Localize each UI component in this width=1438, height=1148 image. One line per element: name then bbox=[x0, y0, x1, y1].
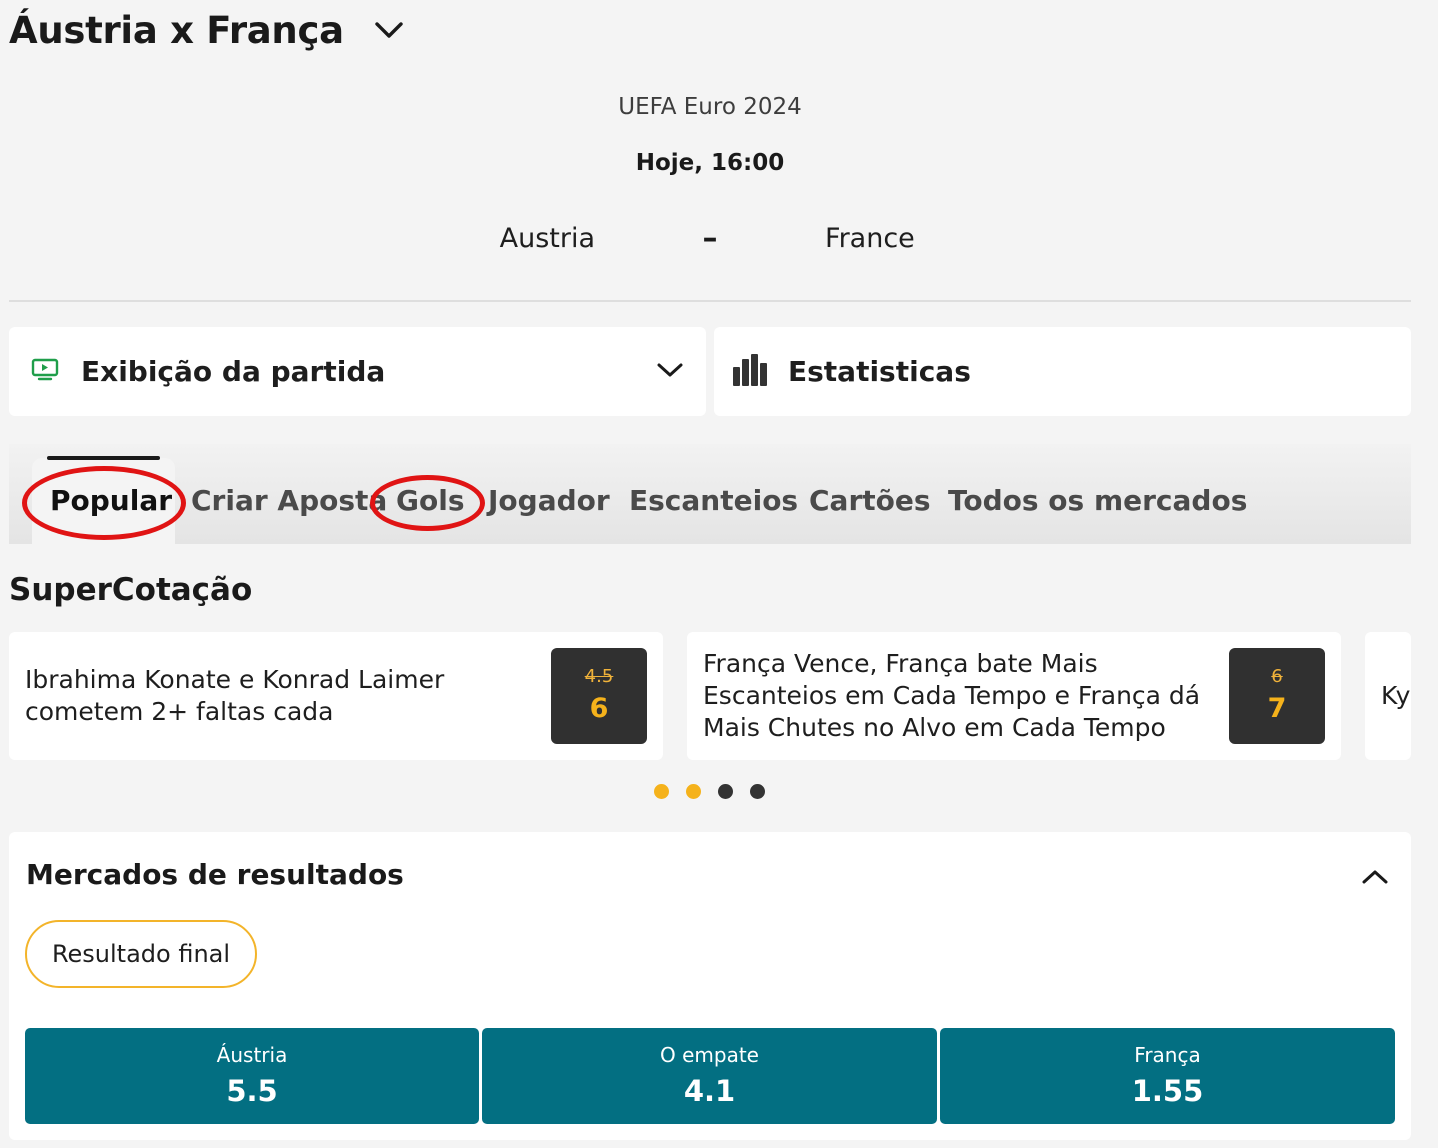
outcome-button-away[interactable]: França 1.55 bbox=[940, 1028, 1395, 1124]
markets-title: Mercados de resultados bbox=[26, 858, 404, 891]
boosted-odds: 6 bbox=[589, 693, 609, 724]
match-view-title: Exibição da partida bbox=[81, 355, 386, 388]
offer-odds-button[interactable]: 6 7 bbox=[1229, 648, 1325, 744]
chevron-up-icon[interactable] bbox=[1358, 860, 1392, 894]
tab-criar-aposta[interactable]: Criar Aposta bbox=[191, 478, 387, 524]
tab-jogador[interactable]: Jogador bbox=[488, 478, 610, 524]
stats-panel[interactable]: Estatisticas bbox=[714, 327, 1411, 416]
bar-chart-icon bbox=[732, 353, 768, 391]
offer-text: Ky bbox=[1381, 681, 1411, 710]
offer-card[interactable]: Ibrahima Konate e Konrad Laimer cometem … bbox=[9, 632, 663, 760]
score-separator: – bbox=[702, 220, 718, 256]
offer-card-partial[interactable]: Ky bbox=[1365, 632, 1411, 760]
match-datetime: Hoje, 16:00 bbox=[635, 150, 785, 176]
outcome-button-draw[interactable]: O empate 4.1 bbox=[482, 1028, 937, 1124]
match-title-row[interactable]: Áustria x França bbox=[9, 4, 406, 56]
outcome-odds: 1.55 bbox=[1131, 1074, 1204, 1108]
away-team-name: France bbox=[825, 222, 915, 254]
outcome-odds: 5.5 bbox=[226, 1074, 278, 1108]
tab-gols[interactable]: Gols bbox=[396, 478, 464, 524]
old-odds: 4.5 bbox=[584, 666, 614, 687]
tab-todos-os-mercados[interactable]: Todos os mercados bbox=[948, 478, 1247, 524]
old-odds: 6 bbox=[1271, 666, 1283, 687]
offer-odds-button[interactable]: 4.5 6 bbox=[551, 648, 647, 744]
competition-name: UEFA Euro 2024 bbox=[618, 94, 802, 120]
tv-play-icon bbox=[31, 358, 59, 386]
offer-card[interactable]: França Vence, França bate Mais Escanteio… bbox=[687, 632, 1341, 760]
offer-text: Ibrahima Konate e Konrad Laimer cometem … bbox=[25, 665, 445, 726]
filter-resultado-final[interactable]: Resultado final bbox=[25, 920, 257, 988]
chevron-down-icon[interactable] bbox=[656, 361, 684, 383]
tab-popular[interactable]: Popular bbox=[50, 478, 172, 524]
offer-text: França Vence, França bate Mais Escanteio… bbox=[703, 649, 1201, 742]
teams-row: Austria – France bbox=[0, 218, 1420, 258]
pagination-dot[interactable] bbox=[718, 784, 733, 799]
pagination-dot-active[interactable] bbox=[654, 784, 669, 799]
tab-cartoes[interactable]: Cartões bbox=[809, 478, 931, 524]
match-title: Áustria x França bbox=[9, 8, 344, 52]
pagination-dot[interactable] bbox=[750, 784, 765, 799]
pagination-dot-active[interactable] bbox=[686, 784, 701, 799]
active-tab-indicator bbox=[47, 456, 160, 460]
header-divider bbox=[9, 300, 1411, 302]
supercotacao-title: SuperCotação bbox=[9, 572, 253, 608]
boosted-odds: 7 bbox=[1267, 693, 1287, 724]
outcome-label: França bbox=[1134, 1043, 1201, 1067]
stats-title: Estatisticas bbox=[788, 355, 971, 388]
outcome-label: Áustria bbox=[216, 1043, 288, 1067]
outcome-label: O empate bbox=[660, 1043, 759, 1067]
tab-escanteios[interactable]: Escanteios bbox=[629, 478, 798, 524]
outcome-odds: 4.1 bbox=[683, 1074, 736, 1108]
chevron-down-icon[interactable] bbox=[372, 13, 406, 47]
home-team-name: Austria bbox=[499, 222, 595, 254]
match-view-panel[interactable]: Exibição da partida bbox=[9, 327, 706, 416]
outcome-button-home[interactable]: Áustria 5.5 bbox=[25, 1028, 479, 1124]
